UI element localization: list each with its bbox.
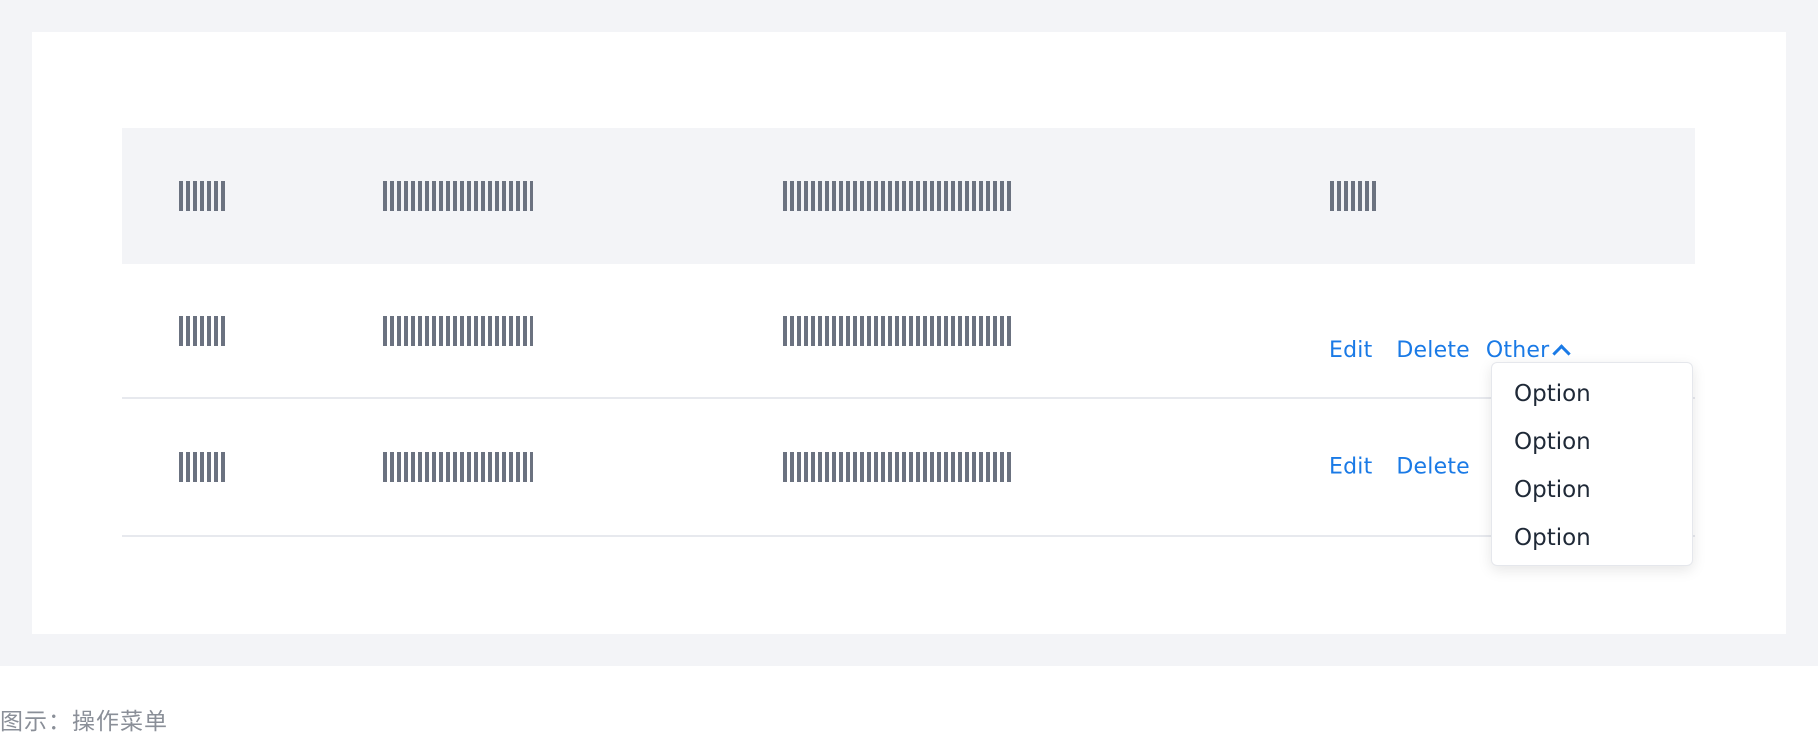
row-cell-1 [179,452,225,482]
text-placeholder [179,315,225,346]
row-actions: Edit Delete Other [1329,338,1572,363]
table-row: Edit Delete [122,399,1695,537]
text-placeholder [179,181,225,211]
chevron-up-icon [1552,344,1572,363]
delete-link[interactable]: Delete [1396,455,1469,480]
header-cell-2 [383,181,533,211]
row-cell-2 [383,315,533,346]
other-menu-trigger[interactable]: Other [1485,338,1572,363]
row-cell-1 [179,315,225,346]
delete-link[interactable]: Delete [1396,338,1469,363]
data-table: Edit Delete Other Edit Delete [122,128,1695,537]
text-placeholder [1330,181,1376,211]
header-cell-4 [1330,181,1376,211]
dropdown-option[interactable]: Option [1492,418,1692,466]
edit-link[interactable]: Edit [1329,338,1372,363]
dropdown-option[interactable]: Option [1492,514,1692,562]
figure-caption: 图示：操作菜单 [0,709,168,735]
header-cell-3 [783,181,1013,211]
row-actions: Edit Delete [1329,455,1470,480]
other-label: Other [1485,338,1550,363]
header-cell-1 [179,181,225,211]
text-placeholder [783,315,1013,346]
text-placeholder [179,452,225,482]
text-placeholder [383,315,533,346]
dropdown-option[interactable]: Option [1492,370,1692,418]
table-header [122,128,1695,264]
dropdown-option[interactable]: Option [1492,466,1692,514]
other-dropdown-menu: Option Option Option Option [1491,362,1693,566]
table-row: Edit Delete Other [122,264,1695,399]
text-placeholder [783,181,1013,211]
text-placeholder [383,181,533,211]
edit-link[interactable]: Edit [1329,455,1372,480]
text-placeholder [383,452,533,482]
row-cell-3 [783,452,1013,482]
row-cell-3 [783,315,1013,346]
row-cell-2 [383,452,533,482]
text-placeholder [783,452,1013,482]
